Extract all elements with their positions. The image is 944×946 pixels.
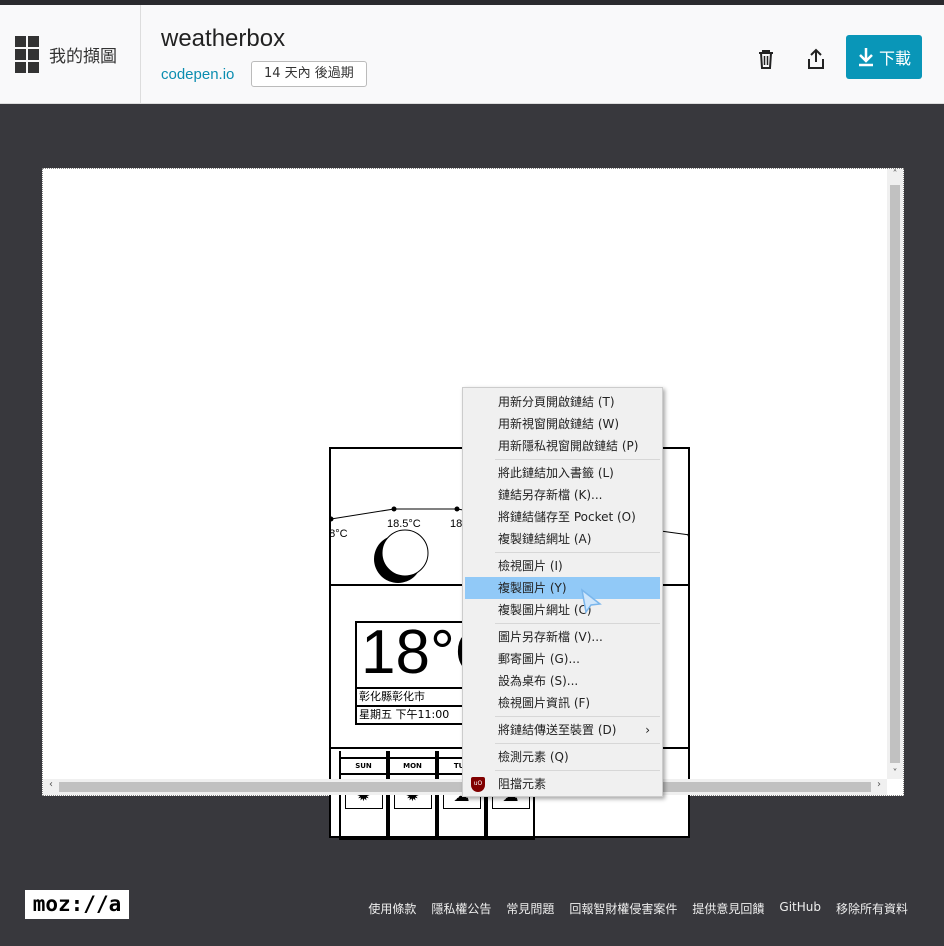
- menu-item[interactable]: 用新視窗開啟鏈結 (W): [463, 413, 662, 435]
- temperature-point: [331, 516, 334, 522]
- menu-item-label: 用新分頁開啟鏈結 (T): [498, 395, 615, 409]
- footer-link[interactable]: 常見問題: [506, 900, 554, 917]
- day-name: SUN: [341, 757, 386, 775]
- temperature-label: 18°C: [331, 528, 348, 540]
- menu-separator: [495, 552, 660, 553]
- trash-icon: [759, 50, 773, 69]
- ublock-shield-icon: uO: [471, 777, 485, 792]
- download-icon: [858, 48, 873, 67]
- vertical-scrollbar[interactable]: ˄ ˅: [887, 169, 903, 779]
- share-button[interactable]: [802, 43, 830, 75]
- menu-item[interactable]: 將鏈結傳送至裝置 (D) ›: [463, 719, 662, 741]
- header: 我的擷圖 weatherbox codepen.io 14 天內 後過期 下載: [0, 5, 944, 104]
- menu-item[interactable]: 檢視圖片資訊 (F): [463, 692, 662, 714]
- forecast-day: MON ✹: [388, 751, 437, 840]
- menu-item[interactable]: 圖片另存新檔 (V)...: [463, 626, 662, 648]
- menu-item[interactable]: 複製鏈結網址 (A): [463, 528, 662, 550]
- download-label: 下載: [878, 49, 911, 68]
- menu-item-label: 檢視圖片 (I): [498, 559, 563, 573]
- vertical-scroll-thumb[interactable]: [890, 185, 900, 763]
- menu-separator: [495, 623, 660, 624]
- mozilla-logo[interactable]: moz://a: [25, 890, 129, 919]
- menu-separator: [495, 743, 660, 744]
- footer-link[interactable]: 隱私權公告: [431, 900, 491, 917]
- source-link[interactable]: codepen.io: [161, 66, 234, 83]
- menu-item[interactable]: 設為桌布 (S)...: [463, 670, 662, 692]
- menu-item-label: 複製圖片網址 (C): [498, 603, 592, 617]
- menu-item[interactable]: 將此鏈結加入書籤 (L): [463, 462, 662, 484]
- day-name: MON: [390, 757, 435, 775]
- footer-link[interactable]: 使用條款: [368, 900, 416, 917]
- menu-item[interactable]: 複製圖片網址 (C): [463, 599, 662, 621]
- my-shots-button[interactable]: 我的擷圖: [0, 5, 141, 104]
- menu-item-label: 複製圖片 (Y): [498, 581, 567, 595]
- menu-separator: [495, 459, 660, 460]
- menu-item-label: 將鏈結儲存至 Pocket (O): [498, 510, 636, 524]
- temperature-point: [391, 506, 397, 512]
- temperature-label: 18.5°C: [387, 518, 421, 530]
- menu-item-label: 郵寄圖片 (G)...: [498, 652, 580, 666]
- menu-item-label: 複製鏈結網址 (A): [498, 532, 592, 546]
- share-icon: [808, 48, 824, 69]
- temperature-point: [454, 506, 460, 512]
- scroll-left-icon[interactable]: ‹: [43, 779, 59, 790]
- footer-links: 使用條款 隱私權公告 常見問題 回報智財權侵害案件 提供意見回饋 GitHub 移除所有資料: [368, 900, 908, 917]
- menu-item-label: 阻擋元素: [498, 777, 547, 791]
- scroll-up-icon[interactable]: ˄: [887, 169, 903, 180]
- menu-item-label: 檢測元素 (Q): [498, 750, 569, 764]
- menu-item-label: 用新視窗開啟鏈結 (W): [498, 417, 620, 431]
- submenu-arrow-icon: ›: [645, 723, 650, 737]
- menu-item-label: 設為桌布 (S)...: [498, 674, 579, 688]
- menu-item[interactable]: 鏈結另存新檔 (K)...: [463, 484, 662, 506]
- menu-item-label: 圖片另存新檔 (V)...: [498, 630, 603, 644]
- menu-item[interactable]: 用新分頁開啟鏈結 (T): [463, 391, 662, 413]
- download-button[interactable]: 下載: [846, 35, 922, 79]
- menu-item[interactable]: 用新隱私視窗開啟鏈結 (P): [463, 435, 662, 457]
- menu-item[interactable]: 阻擋元素 uO: [463, 773, 662, 795]
- menu-item[interactable]: 郵寄圖片 (G)...: [463, 648, 662, 670]
- scroll-down-icon[interactable]: ˅: [887, 768, 903, 779]
- expiry-button[interactable]: 14 天內 後過期: [251, 61, 367, 87]
- footer-link[interactable]: 提供意見回饋: [692, 900, 764, 917]
- menu-item[interactable]: 將鏈結儲存至 Pocket (O): [463, 506, 662, 528]
- my-shots-label: 我的擷圖: [49, 47, 117, 67]
- footer-link[interactable]: 移除所有資料: [836, 900, 908, 917]
- menu-item-label: 檢視圖片資訊 (F): [498, 696, 591, 710]
- menu-item-label: 將鏈結傳送至裝置 (D): [498, 723, 617, 737]
- footer-link[interactable]: GitHub: [779, 900, 821, 917]
- forecast-day: SUN ✹: [339, 751, 388, 840]
- menu-item-label: 鏈結另存新檔 (K)...: [498, 488, 603, 502]
- menu-separator: [495, 716, 660, 717]
- grid-icon: [15, 36, 39, 73]
- menu-item[interactable]: 檢測元素 (Q): [463, 746, 662, 768]
- menu-item-label: 用新隱私視窗開啟鏈結 (P): [498, 439, 639, 453]
- shot-title[interactable]: weatherbox: [161, 25, 285, 53]
- menu-item-label: 將此鏈結加入書籤 (L): [498, 466, 614, 480]
- menu-item[interactable]: 複製圖片 (Y): [465, 577, 660, 599]
- context-menu: 用新分頁開啟鏈結 (T) 用新視窗開啟鏈結 (W) 用新隱私視窗開啟鏈結 (P) 將此…: [462, 387, 663, 797]
- delete-button[interactable]: [752, 43, 780, 75]
- menu-item[interactable]: 檢視圖片 (I): [463, 555, 662, 577]
- mouse-cursor-icon: [580, 588, 602, 614]
- scroll-right-icon[interactable]: ›: [871, 779, 887, 790]
- moon-icon: [374, 529, 429, 583]
- menu-separator: [495, 770, 660, 771]
- footer-link[interactable]: 回報智財權侵害案件: [569, 900, 677, 917]
- temperature-point: [687, 533, 688, 537]
